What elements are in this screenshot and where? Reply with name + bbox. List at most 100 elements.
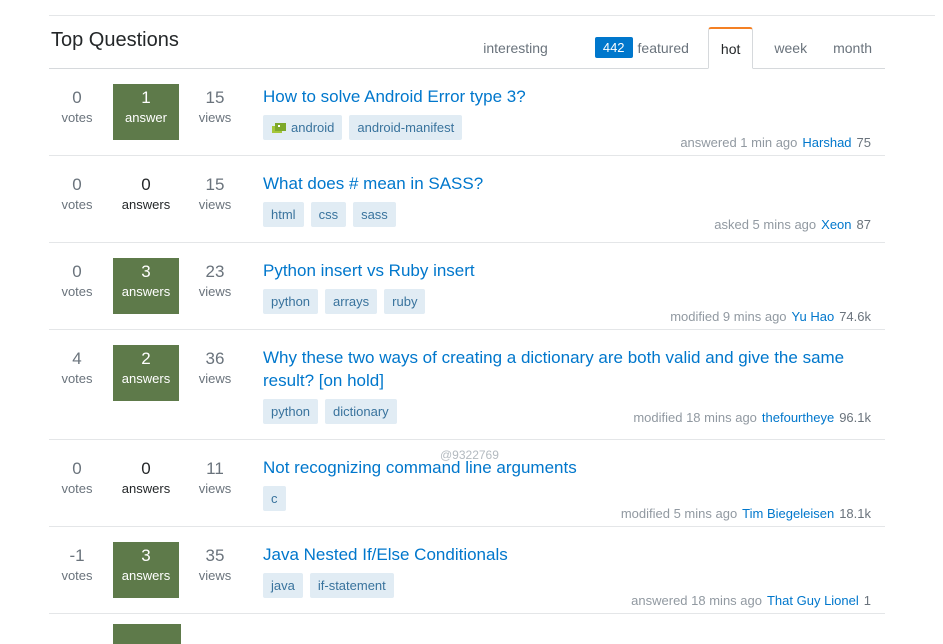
- tag-label: arrays: [333, 294, 370, 309]
- tag-label: android-manifest: [357, 120, 455, 135]
- tag-label: html: [271, 207, 296, 222]
- view-count: 23 views: [185, 261, 245, 300]
- tag[interactable]: dictionary: [325, 399, 397, 424]
- view-number: 35: [205, 546, 225, 565]
- reputation: 75: [856, 135, 871, 150]
- tab-interesting[interactable]: interesting: [470, 27, 582, 68]
- vote-label: votes: [61, 284, 93, 299]
- question-row: 0 votes 3 answers 23 views Python insert vs Ru…: [49, 243, 885, 330]
- user-link[interactable]: That Guy Lionel: [767, 593, 859, 608]
- vote-label: votes: [61, 568, 93, 583]
- answer-count: 3 answers: [113, 258, 179, 314]
- tag[interactable]: ruby: [384, 289, 426, 314]
- answer-count: 0 answers: [113, 171, 179, 227]
- vote-count: 0 votes: [49, 87, 105, 126]
- user-link[interactable]: Xeon: [821, 217, 851, 232]
- question-row: 4 votes 2 answers 36 views Why these two ways …: [49, 330, 885, 440]
- view-number: 11: [206, 459, 224, 478]
- tag-label: java: [271, 578, 295, 593]
- question-summary: Why these two ways of creating a diction…: [263, 346, 871, 425]
- answer-label: answer: [125, 110, 167, 125]
- reputation: 74.6k: [839, 309, 871, 324]
- question-meta: modified 9 mins ago Yu Hao 74.6k: [670, 309, 871, 324]
- question-title-link[interactable]: Python insert vs Ruby insert: [263, 259, 871, 282]
- answer-label: answers: [121, 481, 171, 496]
- answer-count: 3 answers: [113, 542, 179, 598]
- tag[interactable]: sass: [353, 202, 396, 227]
- tag-label: android: [291, 120, 335, 135]
- tag[interactable]: python: [263, 399, 319, 424]
- watermark: @9322769: [440, 448, 499, 462]
- tag-label: python: [271, 404, 311, 419]
- answer-number: 1: [141, 88, 151, 107]
- question-summary: How to solve Android Error type 3? androi…: [263, 85, 871, 150]
- tag[interactable]: if-statement: [309, 573, 394, 598]
- activity-time: modified 9 mins ago: [670, 309, 787, 324]
- user-link[interactable]: thefourtheye: [762, 410, 834, 425]
- view-number: 15: [205, 175, 225, 194]
- reputation: 96.1k: [839, 410, 871, 425]
- question-meta: modified 5 mins ago Tim Biegeleisen 18.1k: [621, 506, 871, 521]
- answer-label: answers: [121, 197, 171, 212]
- view-number: 36: [205, 349, 225, 368]
- view-label: views: [198, 110, 232, 125]
- question-title-link[interactable]: How to solve Android Error type 3?: [263, 85, 871, 108]
- tag-label: ruby: [392, 294, 418, 309]
- android-icon: [272, 122, 286, 133]
- reputation: 18.1k: [839, 506, 871, 521]
- tag[interactable]: android-manifest: [349, 115, 463, 140]
- question-meta: answered 1 min ago Harshad 75: [680, 135, 871, 150]
- tag[interactable]: python: [263, 289, 319, 314]
- tab-featured-label: featured: [637, 39, 689, 56]
- tag[interactable]: html: [263, 202, 304, 227]
- questions-header: Top Questions interesting 442 featured h…: [49, 17, 885, 69]
- vote-count: -1 votes: [49, 545, 105, 584]
- answer-number: 0: [141, 459, 151, 478]
- view-label: views: [198, 481, 232, 496]
- activity-time: answered 1 min ago: [680, 135, 798, 150]
- vote-count: 0 votes: [49, 174, 105, 213]
- tag[interactable]: c: [263, 486, 286, 511]
- tag[interactable]: android: [263, 115, 343, 140]
- tab-featured[interactable]: 442 featured: [582, 27, 702, 68]
- answer-number: 3: [141, 262, 151, 281]
- question-row: -1 votes 3 answers 35 views Java Nested If/Els…: [49, 527, 885, 614]
- user-link[interactable]: Yu Hao: [792, 309, 835, 324]
- vote-label: votes: [61, 197, 93, 212]
- tag-label: c: [271, 491, 278, 506]
- question-meta: asked 5 mins ago Xeon 87: [714, 217, 871, 232]
- tag-label: css: [318, 207, 339, 222]
- featured-count-badge: 442: [594, 37, 633, 58]
- vote-label: votes: [61, 371, 93, 386]
- user-link[interactable]: Harshad: [802, 135, 851, 150]
- sort-tabs: interesting 442 featured hot week month: [470, 27, 885, 69]
- vote-count: 4 votes: [49, 348, 105, 387]
- tag-label: sass: [361, 207, 388, 222]
- vote-number: 0: [72, 459, 82, 478]
- view-label: views: [198, 371, 232, 386]
- tag-label: if-statement: [317, 578, 386, 593]
- answer-count: 0 answers: [113, 455, 179, 511]
- question-summary: Java Nested If/Else Conditionals java if-s…: [263, 543, 871, 608]
- tab-month[interactable]: month: [820, 27, 885, 68]
- question-title-link[interactable]: Java Nested If/Else Conditionals: [263, 543, 871, 566]
- question-title-link[interactable]: What does # mean in SASS?: [263, 172, 871, 195]
- answer-count: 2 answers: [113, 345, 179, 401]
- vote-count: 0 votes: [49, 261, 105, 300]
- question-meta: answered 18 mins ago That Guy Lionel 1: [631, 593, 871, 608]
- vote-number: 4: [72, 349, 82, 368]
- tab-hot[interactable]: hot: [707, 27, 754, 69]
- vote-number: 0: [72, 88, 82, 107]
- answer-number: 2: [141, 349, 151, 368]
- user-link[interactable]: Tim Biegeleisen: [742, 506, 834, 521]
- tag[interactable]: arrays: [325, 289, 378, 314]
- vote-label: votes: [61, 481, 93, 496]
- tag[interactable]: java: [263, 573, 303, 598]
- tab-week[interactable]: week: [761, 27, 820, 68]
- top-divider: [49, 15, 935, 16]
- page-title: Top Questions: [51, 29, 179, 51]
- question-title-link[interactable]: Not recognizing command line arguments: [263, 456, 871, 479]
- tag[interactable]: css: [310, 202, 347, 227]
- question-title-link[interactable]: Why these two ways of creating a diction…: [263, 346, 871, 392]
- view-label: views: [198, 284, 232, 299]
